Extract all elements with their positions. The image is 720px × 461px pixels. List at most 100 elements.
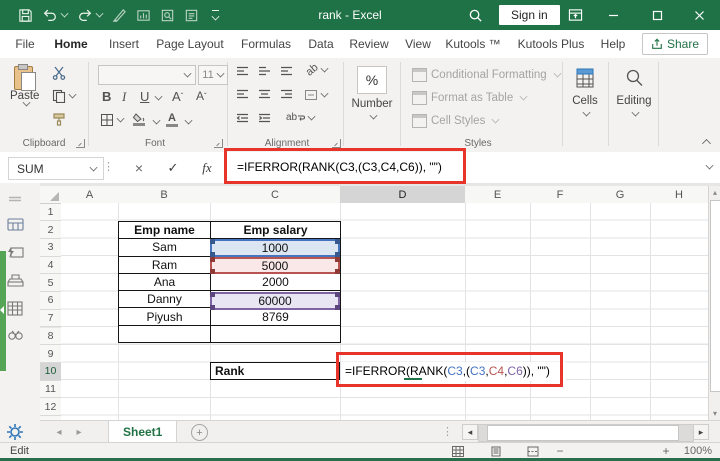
vertical-scrollbar[interactable]: ▴ ▾: [708, 186, 720, 420]
cells-button[interactable]: Cells: [566, 66, 604, 117]
format-painter-icon[interactable]: [52, 112, 66, 126]
column-list-pane-icon[interactable]: [7, 301, 23, 321]
save-icon[interactable]: [18, 8, 33, 23]
redo-button[interactable]: [77, 8, 104, 22]
row-header-3[interactable]: 3: [40, 238, 62, 257]
zoom-level[interactable]: 100%: [684, 445, 712, 457]
cell-styles-button[interactable]: Cell Styles: [412, 114, 500, 128]
borders-icon[interactable]: [100, 113, 125, 127]
cell-B3[interactable]: Sam: [119, 239, 211, 257]
orientation-dropdown-icon[interactable]: [320, 64, 329, 73]
fill-color-dropdown-icon[interactable]: [152, 116, 161, 125]
quick-pane-icon[interactable]: [7, 245, 24, 265]
undo-dropdown-icon[interactable]: [60, 9, 69, 18]
page-break-view-icon[interactable]: [525, 444, 541, 458]
tab-kutools[interactable]: Kutools ™: [443, 30, 502, 58]
sign-in-button[interactable]: Sign in: [499, 5, 560, 25]
column-header-F[interactable]: F: [530, 186, 591, 204]
row-header-6[interactable]: 6: [40, 292, 62, 310]
bold-button[interactable]: B: [102, 89, 111, 104]
cancel-button[interactable]: ×: [128, 157, 150, 178]
borders-dropdown-icon[interactable]: [116, 114, 125, 123]
alignment-dialog-launcher[interactable]: [332, 139, 341, 148]
print-preview-icon[interactable]: [160, 8, 175, 23]
column-header-C[interactable]: C: [210, 186, 341, 204]
new-sheet-button[interactable]: +: [191, 424, 208, 441]
cell-B7[interactable]: Piyush: [119, 308, 211, 326]
zoom-in-button[interactable]: +: [658, 444, 674, 458]
align-bottom-icon[interactable]: [280, 66, 293, 77]
page-layout-view-icon[interactable]: [488, 444, 504, 458]
increase-font-button[interactable]: Aˆ: [172, 89, 183, 104]
fill-color-icon[interactable]: [132, 113, 145, 126]
tab-view[interactable]: View: [403, 30, 433, 58]
tab-help[interactable]: Help: [599, 30, 628, 58]
tab-file[interactable]: File: [13, 30, 36, 58]
vertical-scroll-thumb[interactable]: [710, 200, 720, 392]
horizontal-scroll-thumb[interactable]: [487, 425, 679, 441]
maximize-button[interactable]: [642, 0, 672, 30]
redo-dropdown-icon[interactable]: [95, 9, 104, 18]
select-all-button[interactable]: [40, 186, 62, 204]
sheet-tab-sheet1[interactable]: Sheet1: [108, 421, 178, 444]
expand-formula-bar-icon[interactable]: [705, 161, 714, 170]
column-header-H[interactable]: H: [650, 186, 709, 204]
workbook-pane-icon[interactable]: [7, 217, 24, 237]
paste-button[interactable]: Paste: [10, 64, 39, 107]
row-header-7[interactable]: 7: [40, 309, 62, 328]
cell-C7[interactable]: 8769: [211, 308, 341, 326]
column-header-E[interactable]: E: [465, 186, 531, 204]
cell-B2[interactable]: Emp name: [119, 222, 211, 240]
merge-dropdown-icon[interactable]: [320, 89, 329, 98]
tab-data[interactable]: Data: [306, 30, 335, 58]
column-header-G[interactable]: G: [590, 186, 651, 204]
undo-button[interactable]: [42, 8, 69, 22]
font-color-icon[interactable]: A: [166, 112, 178, 127]
minimize-button[interactable]: [598, 0, 628, 30]
copy-icon[interactable]: [52, 89, 77, 103]
underline-button[interactable]: U: [140, 89, 149, 104]
name-box[interactable]: SUM: [8, 157, 104, 180]
merge-center-icon[interactable]: [304, 89, 329, 101]
align-top-icon[interactable]: [236, 66, 249, 77]
find-pane-icon[interactable]: [7, 329, 24, 347]
copy-dropdown-icon[interactable]: [68, 90, 77, 99]
row-header-4[interactable]: 4: [40, 256, 62, 275]
close-button[interactable]: [684, 0, 714, 30]
insert-function-button[interactable]: fx: [196, 157, 218, 178]
pane-handle-icon[interactable]: [9, 189, 21, 207]
cell-D10-formula-edit[interactable]: =IFERROR(RANK(C3 ,(C3, C4, C6)), ""): [341, 361, 566, 381]
prev-sheet-icon[interactable]: ◂: [50, 421, 68, 443]
share-button[interactable]: Share: [641, 33, 708, 55]
row-header-1[interactable]: 1: [40, 203, 62, 222]
pane-collapse-bar[interactable]: [0, 251, 6, 371]
editing-button[interactable]: Editing: [612, 66, 656, 117]
row-header-2[interactable]: 2: [40, 221, 62, 239]
format-as-table-button[interactable]: Format as Table: [412, 91, 528, 105]
ribbon-display-options-icon[interactable]: [560, 0, 590, 30]
conditional-formatting-button[interactable]: Conditional Formatting: [412, 68, 562, 82]
row-header-10[interactable]: 10: [40, 363, 63, 381]
row-header-9[interactable]: 9: [40, 345, 62, 363]
cell-C10-rank[interactable]: Rank: [210, 362, 340, 381]
cut-icon[interactable]: [52, 66, 66, 80]
cell-C8[interactable]: [211, 325, 341, 344]
align-left-icon[interactable]: [236, 89, 249, 100]
wrap-text-icon[interactable]: ab: [286, 112, 316, 123]
underline-dropdown-icon[interactable]: [154, 92, 163, 101]
font-color-dropdown-icon[interactable]: [184, 116, 193, 125]
tab-kutools-plus[interactable]: Kutools Plus: [516, 30, 587, 58]
name-box-dropdown-icon[interactable]: [89, 163, 98, 171]
zoom-out-button[interactable]: −: [552, 444, 568, 458]
tab-formulas[interactable]: Formulas: [239, 30, 293, 58]
column-header-B[interactable]: B: [118, 186, 211, 204]
orientation-icon[interactable]: ab: [304, 61, 329, 79]
decrease-font-button[interactable]: Aˇ: [196, 89, 207, 103]
formula-bar-drag-handle[interactable]: ⋮: [103, 160, 114, 173]
row-header-12[interactable]: 12: [40, 398, 62, 417]
font-size-combobox[interactable]: 11: [198, 65, 228, 85]
scroll-down-icon[interactable]: ▾: [709, 407, 720, 420]
decrease-indent-icon[interactable]: [236, 113, 249, 124]
printer-pane-icon[interactable]: [7, 273, 24, 292]
font-name-combobox[interactable]: [98, 65, 196, 85]
